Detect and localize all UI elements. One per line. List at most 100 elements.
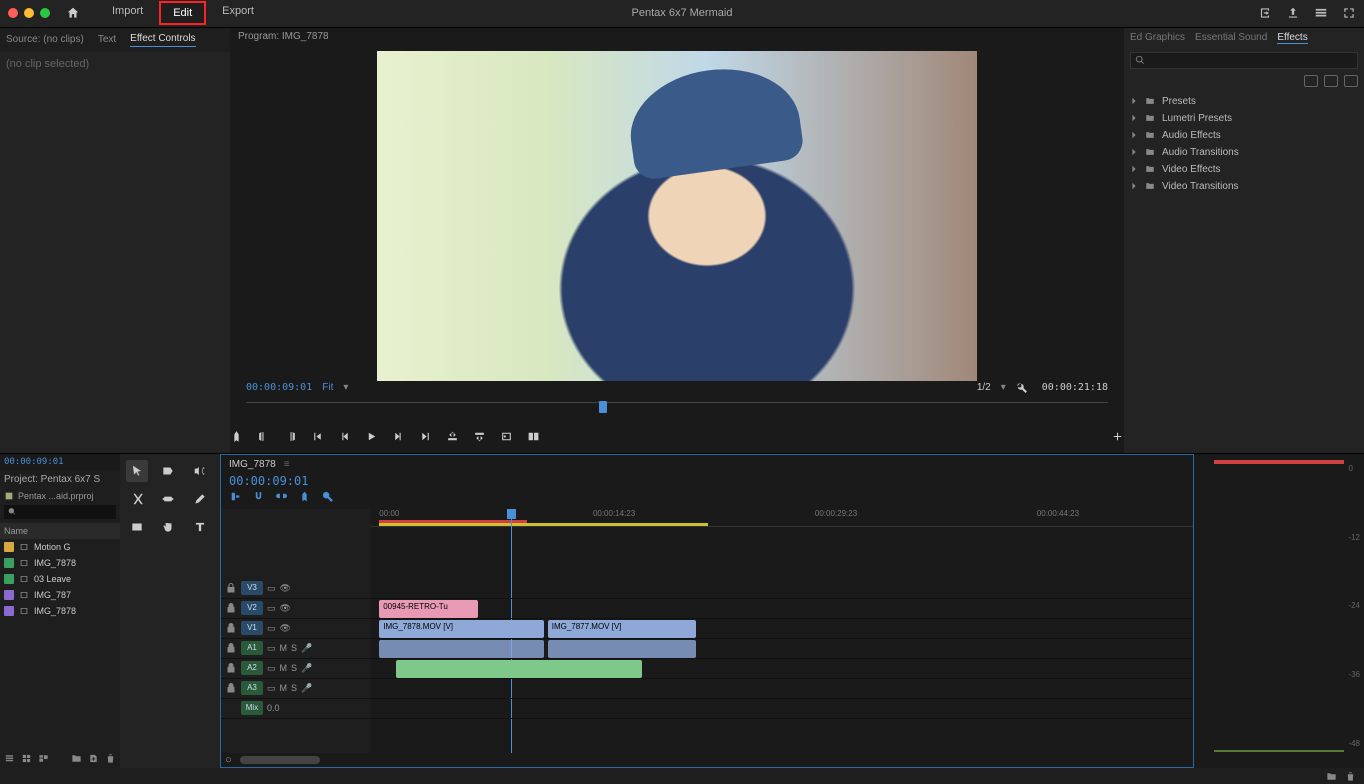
bin-item[interactable]: IMG_7878 — [0, 555, 120, 571]
row-a2[interactable] — [371, 659, 1193, 679]
row-a3[interactable] — [371, 679, 1193, 699]
home-icon[interactable] — [66, 6, 80, 20]
plus-icon[interactable] — [1111, 430, 1124, 443]
track-head-v3[interactable]: V3▭👁 — [221, 579, 371, 599]
tab-source[interactable]: Source: (no clips) — [6, 34, 84, 45]
row-mix[interactable] — [371, 699, 1193, 719]
mark-in-icon[interactable] — [257, 430, 270, 443]
bin-item[interactable]: Motion G — [0, 539, 120, 555]
new-bin-icon[interactable] — [1326, 771, 1337, 782]
track-head-v1[interactable]: V1▭👁 — [221, 619, 371, 639]
tab-effects[interactable]: Effects — [1277, 32, 1307, 44]
time-ruler[interactable]: 00:00 00:00:14:23 00:00:29:23 00:00:44:2… — [371, 509, 1193, 527]
row-v1[interactable]: IMG_7878.MOV [V] IMG_7877.MOV [V] — [371, 619, 1193, 639]
clip-7877[interactable]: IMG_7877.MOV [V] — [548, 620, 696, 638]
trash-icon[interactable] — [105, 753, 116, 764]
project-search[interactable] — [4, 505, 116, 519]
tab-import[interactable]: Import — [100, 1, 155, 25]
hand-tool[interactable] — [157, 516, 179, 538]
track-head-a1[interactable]: A1▭MS🎤 — [221, 639, 371, 659]
selection-tool[interactable] — [126, 460, 148, 482]
razor-tool[interactable] — [126, 488, 148, 510]
sequence-tab[interactable]: IMG_7878 — [229, 459, 276, 470]
tree-video-effects[interactable]: Video Effects — [1130, 161, 1358, 178]
bin-item[interactable]: IMG_787 — [0, 587, 120, 603]
timeline-scrollbar[interactable]: ○ — [221, 753, 1193, 767]
track-select-tool[interactable] — [157, 460, 179, 482]
icon-view-icon[interactable] — [21, 753, 32, 764]
tab-effect-controls[interactable]: Effect Controls — [130, 33, 195, 47]
fullscreen-icon[interactable] — [1342, 6, 1356, 20]
close-window[interactable] — [8, 8, 18, 18]
bin-name-header[interactable]: Name — [0, 523, 120, 539]
go-to-in-icon[interactable] — [311, 430, 324, 443]
minimize-window[interactable] — [24, 8, 34, 18]
lift-icon[interactable] — [446, 430, 459, 443]
workspaces-icon[interactable] — [1314, 6, 1328, 20]
trash-icon[interactable] — [1345, 771, 1356, 782]
snap-icon[interactable] — [252, 490, 265, 503]
extract-icon[interactable] — [473, 430, 486, 443]
settings-icon[interactable] — [321, 490, 334, 503]
ripple-edit-tool[interactable] — [189, 460, 211, 482]
effects-search[interactable] — [1130, 52, 1358, 69]
clip-7878[interactable]: IMG_7878.MOV [V] — [379, 620, 543, 638]
track-head-mix[interactable]: Mix0.0 — [221, 699, 371, 719]
project-search-input[interactable] — [20, 507, 112, 517]
project-header[interactable]: Project: Pentax 6x7 S — [0, 470, 120, 489]
pen-tool[interactable] — [189, 488, 211, 510]
tab-export[interactable]: Export — [210, 1, 266, 25]
track-head-v2[interactable]: V2▭👁 — [221, 599, 371, 619]
marker-icon[interactable] — [298, 490, 311, 503]
quick-export-icon[interactable] — [1258, 6, 1272, 20]
linked-selection-icon[interactable] — [275, 490, 288, 503]
new-bin-icon[interactable] — [71, 753, 82, 764]
zoom-fit[interactable]: Fit — [322, 382, 333, 393]
mark-out-icon[interactable] — [284, 430, 297, 443]
row-a1[interactable] — [371, 639, 1193, 659]
insert-icon[interactable] — [229, 490, 242, 503]
tree-audio-effects[interactable]: Audio Effects — [1130, 127, 1358, 144]
tab-edit[interactable]: Edit — [159, 1, 206, 25]
add-marker-icon[interactable] — [230, 430, 243, 443]
track-head-a3[interactable]: A3▭MS🎤 — [221, 679, 371, 699]
list-view-icon[interactable] — [4, 753, 15, 764]
freeform-view-icon[interactable] — [38, 753, 49, 764]
tree-presets[interactable]: Presets — [1130, 93, 1358, 110]
play-icon[interactable] — [365, 430, 378, 443]
tab-ed-graphics[interactable]: Ed Graphics — [1130, 32, 1185, 44]
32bit-filter[interactable] — [1324, 75, 1338, 87]
row-v3[interactable] — [371, 579, 1193, 599]
accelerated-filter[interactable] — [1304, 75, 1318, 87]
step-forward-icon[interactable] — [392, 430, 405, 443]
timeline-tracks[interactable]: 00:00 00:00:14:23 00:00:29:23 00:00:44:2… — [371, 509, 1193, 754]
tree-lumetri-presets[interactable]: Lumetri Presets — [1130, 110, 1358, 127]
wrench-icon[interactable] — [1016, 382, 1028, 394]
program-scrubber[interactable] — [246, 402, 1108, 420]
new-item-icon[interactable] — [88, 753, 99, 764]
tab-essential-sound[interactable]: Essential Sound — [1195, 32, 1267, 44]
bin-item[interactable]: IMG_7878 — [0, 603, 120, 619]
playback-resolution[interactable]: 1/2 — [977, 382, 991, 393]
clip-a1-2[interactable] — [548, 640, 696, 658]
bin-item[interactable]: 03 Leave — [0, 571, 120, 587]
tab-text[interactable]: Text — [98, 34, 116, 45]
track-head-a2[interactable]: A2▭MS🎤 — [221, 659, 371, 679]
tree-audio-transitions[interactable]: Audio Transitions — [1130, 144, 1358, 161]
type-tool[interactable] — [189, 516, 211, 538]
project-file[interactable]: Pentax ...aid.prproj — [0, 489, 120, 503]
comparison-icon[interactable] — [527, 430, 540, 443]
zoom-window[interactable] — [40, 8, 50, 18]
export-frame-icon[interactable] — [500, 430, 513, 443]
share-icon[interactable] — [1286, 6, 1300, 20]
clip-a2[interactable] — [396, 660, 643, 678]
clip-retro[interactable]: 00945-RETRO-Tu — [379, 600, 478, 618]
slip-tool[interactable] — [157, 488, 179, 510]
yuv-filter[interactable] — [1344, 75, 1358, 87]
program-viewer[interactable] — [230, 45, 1124, 387]
tree-video-transitions[interactable]: Video Transitions — [1130, 178, 1358, 195]
clip-a1-1[interactable] — [379, 640, 543, 658]
timeline-tc[interactable]: 00:00:09:01 — [221, 474, 1193, 488]
program-tc-left[interactable]: 00:00:09:01 — [246, 382, 312, 393]
go-to-out-icon[interactable] — [419, 430, 432, 443]
